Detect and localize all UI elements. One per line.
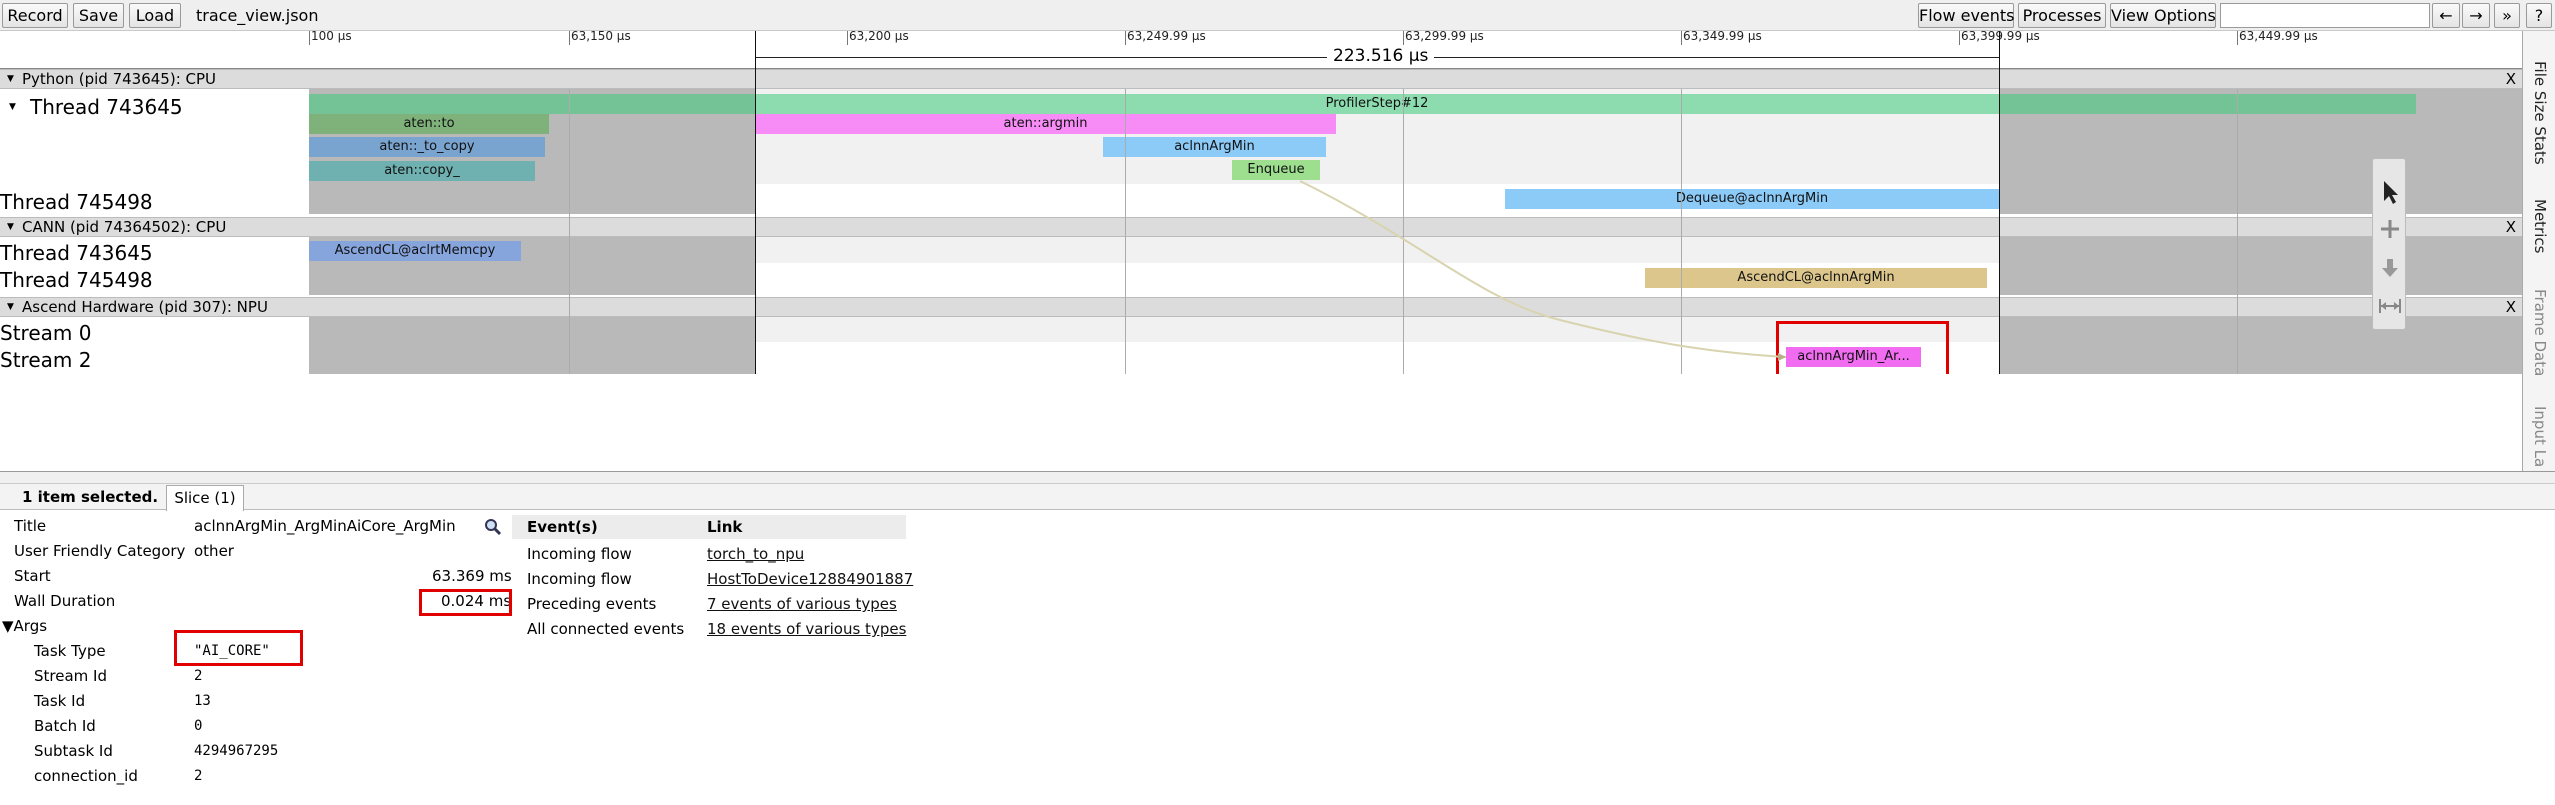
arg-value: 4294967295 — [194, 743, 279, 759]
sidebar-file-size-stats[interactable]: File Size Stats — [2531, 61, 2549, 165]
pan-cross-icon[interactable] — [2380, 219, 2400, 239]
mouse-mode-palette — [2372, 158, 2406, 330]
zoom-arrow-icon[interactable] — [2380, 257, 2400, 279]
arg-label: connection_id — [34, 767, 138, 785]
arg-label: Task Id — [34, 692, 86, 710]
event-link[interactable]: torch_to_npu — [707, 545, 804, 563]
sidebar-input-latency[interactable]: Input La — [2531, 406, 2549, 467]
arg-value: 2 — [194, 668, 203, 684]
timing-icon[interactable] — [2378, 297, 2402, 315]
arg-label: Subtask Id — [34, 742, 113, 760]
arg-value: 13 — [194, 693, 211, 709]
panel-tab-strip — [0, 484, 2555, 510]
highlight-box-wall-duration — [419, 589, 512, 616]
event-link[interactable]: HostToDevice12884901887 — [707, 570, 913, 588]
right-sidebar: File Size Stats Metrics Frame Data Input… — [2522, 31, 2555, 471]
analysis-panel: 1 item selected. Slice (1) Title aclnnAr… — [0, 471, 2555, 805]
arg-label: Stream Id — [34, 667, 107, 685]
field-label-start: Start — [14, 567, 51, 585]
event-row-label: Incoming flow — [527, 545, 632, 563]
arg-label: Batch Id — [34, 717, 96, 735]
arg-label: Task Type — [34, 642, 106, 660]
field-value-title: aclnnArgMin_ArgMinAiCore_ArgMin — [194, 517, 456, 535]
event-link[interactable]: 7 events of various types — [707, 595, 897, 613]
arg-value: 2 — [194, 768, 203, 784]
highlight-box-task-type — [174, 630, 303, 666]
field-value-start: 63.369 ms — [432, 567, 512, 585]
event-row-label: Incoming flow — [527, 570, 632, 588]
args-toggle[interactable]: ▼Args — [2, 617, 47, 635]
panel-drag-handle[interactable] — [0, 472, 2555, 484]
event-row-label: Preceding events — [527, 595, 657, 613]
selection-cursor-icon[interactable] — [2380, 179, 2400, 205]
events-column-header: Event(s) — [527, 518, 598, 536]
field-label-title: Title — [14, 517, 47, 535]
field-label-category: User Friendly Category — [14, 542, 186, 560]
search-icon[interactable] — [484, 518, 502, 536]
event-link[interactable]: 18 events of various types — [707, 620, 906, 638]
field-value-category: other — [194, 542, 234, 560]
tab-slice[interactable]: Slice (1) — [166, 485, 244, 511]
link-column-header: Link — [707, 518, 743, 536]
event-row-label: All connected events — [527, 620, 685, 638]
selection-count: 1 item selected. — [22, 488, 159, 506]
field-label-wall-duration: Wall Duration — [14, 592, 116, 610]
timeline-empty-area — [0, 374, 2522, 471]
sidebar-frame-data[interactable]: Frame Data — [2531, 289, 2549, 376]
arg-value: 0 — [194, 718, 203, 734]
sidebar-metrics[interactable]: Metrics — [2531, 199, 2549, 253]
